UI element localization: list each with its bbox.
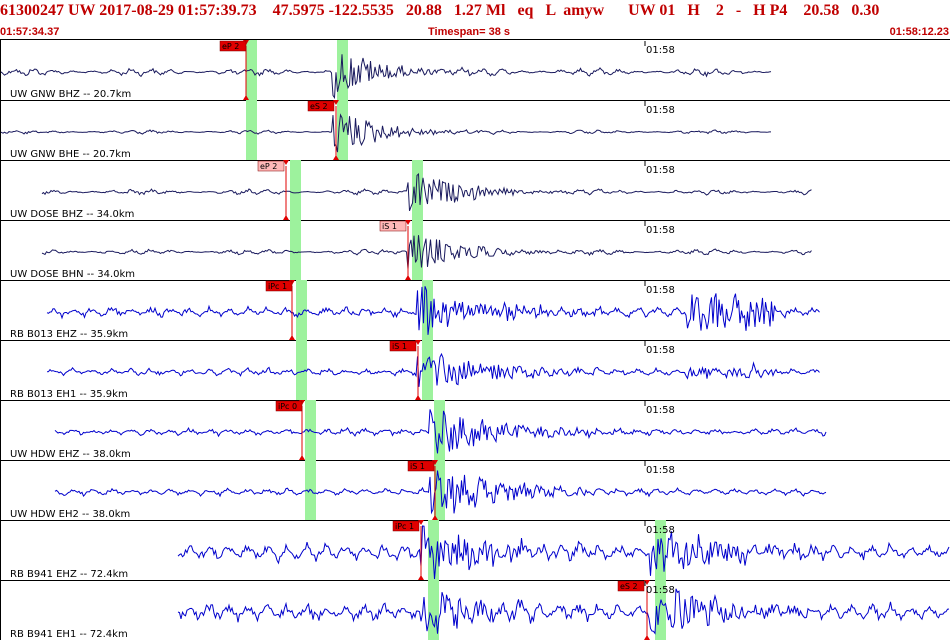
pick-bottom-arrow-icon [299, 455, 305, 460]
pick-label: eP 2 [222, 42, 239, 51]
channel-label: UW GNW BHE -- 20.7km [10, 149, 131, 160]
pick-bottom-arrow-icon [405, 275, 411, 280]
channel-label: UW HDW EH2 -- 38.0km [10, 509, 130, 520]
waveform-trace [177, 525, 950, 580]
pick-label: iS 1 [392, 342, 407, 351]
time-mark-label: 01:58 [646, 525, 675, 536]
channel-panel[interactable]: eP 2 01:58 UW DOSE BHZ -- 34.0km [0, 160, 950, 221]
p-window-highlight [290, 160, 301, 220]
s-window-highlight [422, 340, 433, 400]
time-mark-label: 01:58 [646, 585, 675, 596]
channel-panel[interactable]: eP 2 01:58 UW GNW BHZ -- 20.7km [0, 40, 950, 101]
time-mark-label: 01:58 [646, 465, 675, 476]
waveform-trace [46, 352, 820, 387]
s-window-highlight [434, 400, 445, 460]
channel-label: UW GNW BHZ -- 20.7km [10, 89, 131, 100]
pick-label: iS 1 [410, 462, 425, 471]
pick-bottom-arrow-icon [418, 575, 424, 580]
pick-bottom-arrow-icon [415, 395, 421, 400]
time-mark-label: 01:58 [646, 165, 675, 176]
channel-label: RB B941 EHZ -- 72.4km [10, 569, 128, 580]
waveform-trace [46, 286, 820, 335]
waveform-trace [0, 113, 771, 153]
channel-label: UW DOSE BHN -- 34.0km [10, 269, 135, 280]
pick-bottom-arrow-icon [289, 335, 295, 340]
channel-panel[interactable]: iS 1 01:58 RB B013 EH1 -- 35.9km [0, 340, 950, 401]
waveform-trace [41, 173, 812, 211]
time-mark-label: 01:58 [646, 225, 675, 236]
p-window-highlight [290, 220, 301, 280]
waveform-viewer: 61300247 UW 2017-08-29 01:57:39.73 47.59… [0, 0, 950, 640]
channel-panel[interactable]: iS 1 01:58 UW DOSE BHN -- 34.0km [0, 220, 950, 281]
pick-label: iS 1 [382, 222, 397, 231]
time-mark-label: 01:58 [646, 405, 675, 416]
channel-label: RB B013 EH1 -- 35.9km [10, 389, 128, 400]
time-mark-label: 01:58 [646, 105, 675, 116]
channel-label: UW DOSE BHZ -- 34.0km [10, 209, 134, 220]
channel-panel[interactable]: iPc 0 01:58 UW HDW EHZ -- 38.0km [0, 400, 950, 461]
channel-panel[interactable]: eS 2 01:58 UW GNW BHE -- 20.7km [0, 100, 950, 161]
time-mark-label: 01:58 [646, 45, 675, 56]
pick-bottom-arrow-icon [283, 215, 289, 220]
pick-label: iPc 1 [268, 282, 287, 291]
pick-label: eS 2 [620, 582, 638, 591]
pick-label: iPc 0 [278, 402, 297, 411]
channel-panel[interactable]: iS 1 01:58 UW HDW EH2 -- 38.0km [0, 460, 950, 521]
waveform-trace [41, 235, 812, 270]
pick-label: eS 2 [310, 102, 328, 111]
pick-label: iPc 1 [395, 522, 414, 531]
channel-panel[interactable]: iPc 1 01:58 RB B941 EHZ -- 72.4km [0, 520, 950, 581]
pick-bottom-arrow-icon [644, 635, 650, 640]
time-mark-label: 01:58 [646, 345, 675, 356]
pick-label: eP 2 [260, 162, 277, 171]
channel-panel[interactable]: eS 2 01:58 RB B941 EH1 -- 72.4km [0, 580, 950, 640]
channel-label: RB B941 EH1 -- 72.4km [10, 629, 128, 640]
channel-label: UW HDW EHZ -- 38.0km [10, 449, 131, 460]
trace-panels[interactable]: eP 2 01:58 UW GNW BHZ -- 20.7km eS 2 01:58 UW… [0, 0, 950, 640]
waveform-trace [177, 588, 950, 635]
channel-panel[interactable]: iPc 1 01:58 RB B013 EHZ -- 35.9km [0, 280, 950, 341]
channel-label: RB B013 EHZ -- 35.9km [10, 329, 128, 340]
time-mark-label: 01:58 [646, 285, 675, 296]
p-window-highlight [246, 100, 257, 160]
